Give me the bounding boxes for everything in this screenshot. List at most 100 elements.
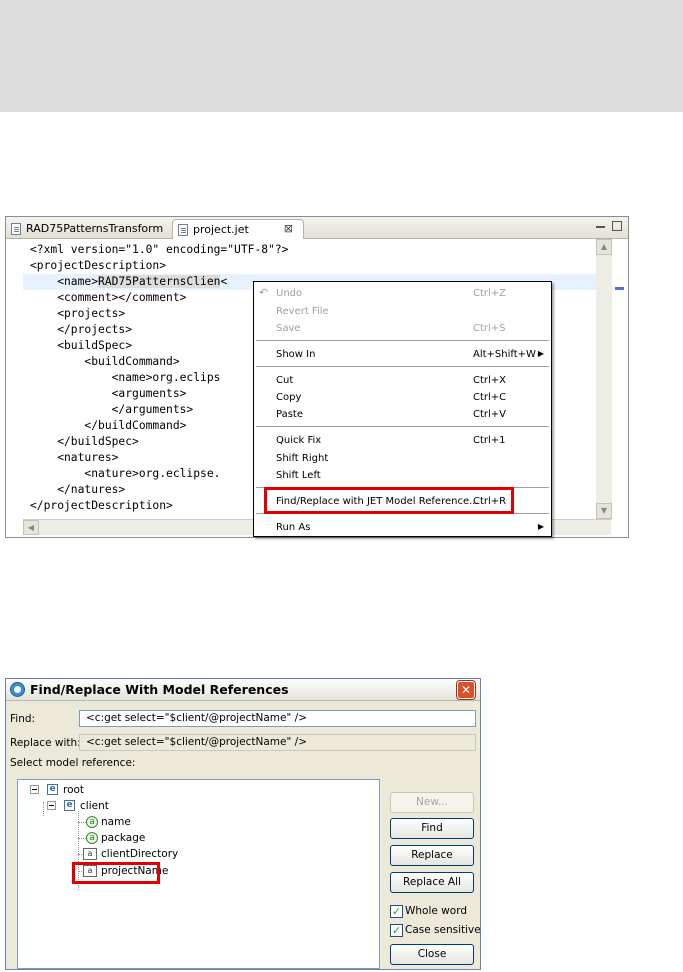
- menu-item-accelerator: Ctrl+S: [473, 323, 506, 334]
- tree-node-package[interactable]: package: [101, 832, 145, 844]
- tab-project-jet[interactable]: project.jet ⊠: [172, 219, 304, 239]
- menu-item-save[interactable]: Save Ctrl+S: [254, 320, 551, 337]
- tree-node-name[interactable]: name: [101, 816, 131, 828]
- tree-node-clientdirectory[interactable]: clientDirectory: [101, 848, 178, 860]
- element-icon: e: [64, 800, 75, 811]
- menu-item-accelerator: Ctrl+V: [473, 409, 507, 420]
- find-button[interactable]: Find: [390, 818, 474, 839]
- menu-item-accelerator: Ctrl+X: [473, 375, 507, 386]
- close-button[interactable]: Close: [390, 944, 474, 965]
- case-sensitive-checkbox[interactable]: ✓: [390, 924, 403, 937]
- editor-tab-bar: RAD75PatternsTransform project.jet ⊠: [6, 217, 628, 239]
- replace-button[interactable]: Replace: [390, 845, 474, 866]
- menu-item-label: Copy: [276, 392, 302, 403]
- maximize-icon[interactable]: [612, 221, 622, 231]
- code-line: <name>org.eclips: [30, 371, 221, 384]
- menu-item-label: Shift Left: [276, 470, 321, 481]
- element-icon: e: [47, 784, 58, 795]
- scroll-down-icon[interactable]: ▼: [596, 503, 612, 519]
- code-line: <projects>: [30, 307, 126, 320]
- close-tab-icon[interactable]: ⊠: [284, 222, 293, 235]
- scroll-left-icon[interactable]: ◀: [23, 520, 39, 535]
- menu-item-label: Quick Fix: [276, 435, 322, 446]
- top-banner: [0, 0, 683, 112]
- menu-item-label: Revert File: [276, 306, 329, 317]
- case-sensitive-label: Case sensitive: [405, 924, 481, 936]
- code-line: <arguments>: [30, 387, 187, 400]
- editor-gutter: [6, 239, 23, 519]
- occurrence-marker[interactable]: [615, 287, 624, 290]
- menu-item-label: Shift Right: [276, 453, 329, 464]
- menu-item-paste[interactable]: Paste Ctrl+V: [254, 406, 551, 423]
- whole-word-label: Whole word: [405, 905, 467, 917]
- dialog-title: Find/Replace With Model References: [30, 682, 289, 697]
- menu-item-show-in[interactable]: Show In Alt+Shift+W ▶: [254, 346, 551, 363]
- select-model-reference-label: Select model reference:: [10, 757, 136, 769]
- scroll-up-icon[interactable]: ▲: [596, 239, 612, 255]
- highlight-box-projectname: [72, 862, 160, 884]
- tree-line: [78, 822, 86, 823]
- menu-item-accelerator: Ctrl+Z: [473, 288, 507, 299]
- file-icon: [178, 224, 188, 236]
- menu-item-shift-left[interactable]: Shift Left: [254, 467, 551, 484]
- find-label: Find:: [10, 713, 36, 725]
- replace-label: Replace with:: [10, 737, 81, 749]
- menu-separator: [256, 426, 549, 427]
- new-button[interactable]: New...: [390, 792, 474, 813]
- dialog-title-bar: Find/Replace With Model References ✕: [6, 679, 480, 701]
- tree-line: [43, 802, 44, 816]
- overview-ruler[interactable]: [612, 239, 628, 519]
- menu-item-accelerator: Alt+Shift+W: [473, 349, 536, 360]
- submenu-arrow-icon: ▶: [537, 522, 544, 531]
- close-icon[interactable]: ✕: [457, 681, 475, 699]
- replace-input[interactable]: <c:get select="$client/@projectName" />: [79, 734, 476, 751]
- submenu-arrow-icon: ▶: [537, 349, 544, 358]
- tree-node-client[interactable]: client: [80, 800, 109, 812]
- menu-item-accelerator: Ctrl+1: [473, 435, 506, 446]
- code-line: <projectDescription>: [30, 259, 167, 272]
- code-line: <nature>org.eclipse.: [30, 467, 221, 480]
- collapse-root-icon[interactable]: [30, 785, 39, 794]
- menu-item-label: Paste: [276, 409, 303, 420]
- menu-item-label: Save: [276, 323, 301, 334]
- code-line: <name>RAD75PatternsClien<: [30, 274, 227, 290]
- menu-item-quick-fix[interactable]: Quick Fix Ctrl+1: [254, 432, 551, 449]
- menu-separator: [256, 340, 549, 341]
- code-line: </projects>: [30, 323, 133, 336]
- code-line: <comment></comment>: [30, 291, 187, 304]
- menu-item-label: Show In: [276, 349, 316, 360]
- menu-item-label: Cut: [276, 375, 294, 386]
- file-icon: [11, 223, 21, 235]
- menu-item-label: Run As: [276, 522, 311, 533]
- menu-item-label: Undo: [276, 288, 303, 299]
- menu-item-accelerator: Ctrl+C: [473, 392, 507, 403]
- code-line: <buildSpec>: [30, 339, 133, 352]
- menu-item-copy[interactable]: Copy Ctrl+C: [254, 389, 551, 406]
- tree-node-root[interactable]: root: [63, 784, 84, 796]
- code-line: </buildSpec>: [30, 435, 139, 448]
- code-line: <natures>: [30, 451, 119, 464]
- code-text: <name>: [30, 275, 99, 288]
- tab-rad75patternstransform[interactable]: RAD75PatternsTransform: [6, 219, 166, 239]
- code-line: </arguments>: [30, 403, 194, 416]
- menu-item-revert-file[interactable]: Revert File: [254, 303, 551, 320]
- menu-item-undo[interactable]: ↶ Undo Ctrl+Z: [254, 285, 551, 302]
- dialog-app-icon: [10, 682, 25, 697]
- vertical-scrollbar[interactable]: ▲ ▼: [596, 239, 612, 519]
- menu-item-shift-right[interactable]: Shift Right: [254, 450, 551, 467]
- selected-text: RAD75PatternsClien: [98, 275, 221, 288]
- tab-label: RAD75PatternsTransform: [26, 222, 164, 235]
- minimize-icon[interactable]: [596, 226, 605, 228]
- attribute-list-icon: a: [83, 848, 97, 860]
- code-line: </natures>: [30, 483, 126, 496]
- whole-word-checkbox[interactable]: ✓: [390, 905, 403, 918]
- find-input[interactable]: <c:get select="$client/@projectName" />: [79, 710, 476, 727]
- attribute-icon: a: [86, 816, 98, 828]
- code-text: <: [220, 275, 228, 288]
- menu-item-cut[interactable]: Cut Ctrl+X: [254, 372, 551, 389]
- menu-item-run-as[interactable]: Run As ▶: [254, 519, 551, 536]
- tree-line: [78, 838, 86, 839]
- menu-separator: [256, 366, 549, 367]
- replace-all-button[interactable]: Replace All: [390, 872, 474, 893]
- collapse-client-icon[interactable]: [47, 801, 56, 810]
